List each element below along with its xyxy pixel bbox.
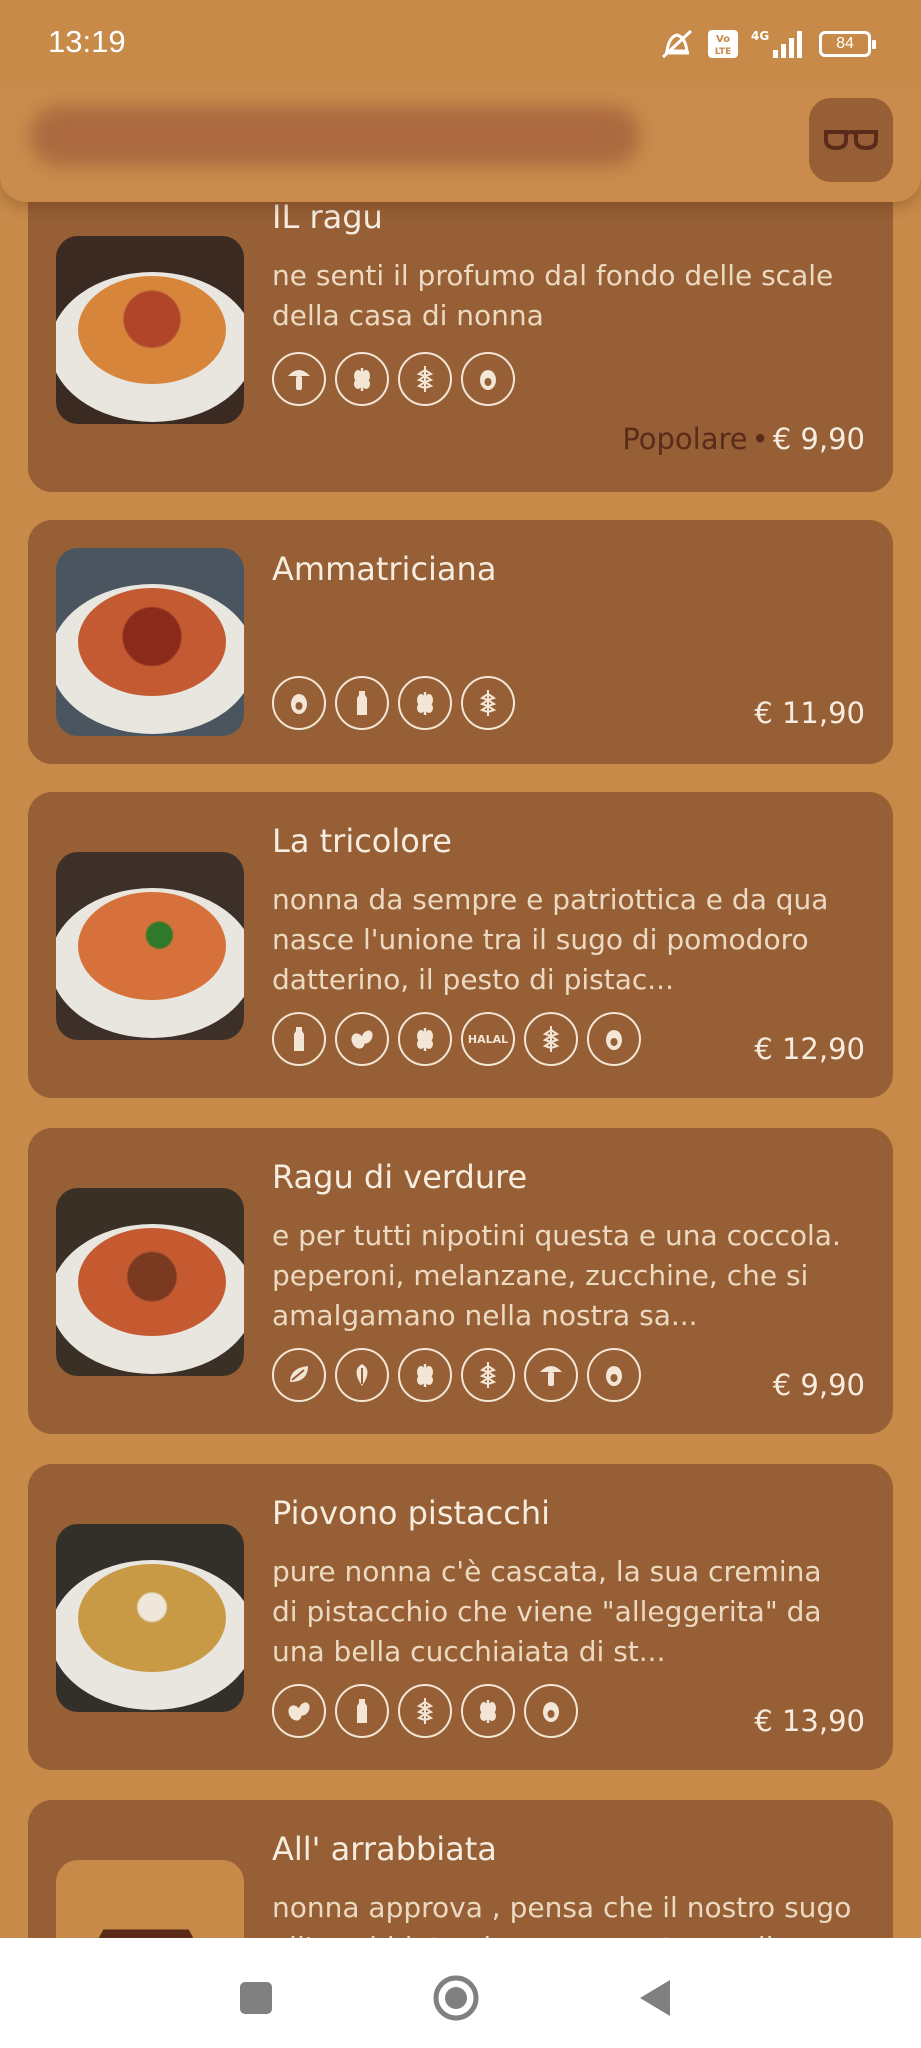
item-price: € 9,90: [772, 1368, 865, 1402]
separator-dot: •: [751, 422, 769, 456]
leaf-icon: [398, 676, 452, 730]
svg-text:LTE: LTE: [715, 47, 732, 57]
dish-photo: [56, 852, 244, 1040]
item-price: € 9,90: [772, 422, 865, 456]
item-price: € 11,90: [754, 696, 865, 730]
signal-4g-icon: 4G: [751, 29, 802, 58]
square-icon: [240, 1982, 272, 2014]
allergen-badges: [272, 676, 515, 730]
home-button[interactable]: [426, 1968, 486, 2028]
blurred-restaurant-name: [30, 106, 640, 166]
restaurant-header: [0, 80, 921, 202]
leaf-icon: [398, 1012, 452, 1066]
back-button[interactable]: [624, 1968, 684, 2028]
nuts-icon: [272, 1684, 326, 1738]
leaf-icon: [461, 1684, 515, 1738]
item-title: Ragu di verdure: [272, 1158, 528, 1196]
wheat-icon: [524, 1012, 578, 1066]
halal-label: HALAL: [467, 1032, 509, 1046]
allergen-badges: [272, 1684, 578, 1738]
nuts-icon: [335, 1012, 389, 1066]
menu-item-card[interactable]: Piovono pistacchi pure nonna c'è cascata…: [28, 1464, 893, 1770]
volte-icon: Vo LTE: [708, 30, 738, 58]
menu-item-card[interactable]: La tricolore nonna da sempre e patriotti…: [28, 792, 893, 1098]
vegetarian-icon: [335, 1348, 389, 1402]
status-icons: Vo LTE 4G 84: [657, 24, 876, 64]
status-time: 13:19: [48, 24, 126, 59]
item-price: € 13,90: [754, 1704, 865, 1738]
dish-photo: [56, 236, 244, 424]
item-title: La tricolore: [272, 822, 452, 860]
item-title: Piovono pistacchi: [272, 1494, 550, 1532]
allergen-badges: [272, 352, 515, 406]
egg-icon: [524, 1684, 578, 1738]
item-description: pure nonna c'è cascata, la sua cremina d…: [272, 1555, 822, 1668]
popular-tag: Popolare: [622, 422, 748, 456]
menu-item-card[interactable]: Ragu di verdure e per tutti nipotini que…: [28, 1128, 893, 1434]
mushroom-icon: [272, 352, 326, 406]
item-description: e per tutti nipotini questa e una coccol…: [272, 1219, 841, 1332]
leaf-icon: [335, 352, 389, 406]
dish-photo: [56, 1524, 244, 1712]
leaf-icon: [398, 1348, 452, 1402]
wheat-icon: [461, 676, 515, 730]
mushroom-icon: [524, 1348, 578, 1402]
recent-apps-button[interactable]: [226, 1968, 286, 2028]
glasses-icon: [824, 130, 878, 151]
dish-photo: [56, 1188, 244, 1376]
dish-photo: [56, 548, 244, 736]
item-title: All' arrabbiata: [272, 1830, 497, 1868]
mute-icon: [661, 29, 693, 59]
wheat-icon: [461, 1348, 515, 1402]
svg-text:4G: 4G: [751, 29, 769, 43]
vegan-icon: [272, 1348, 326, 1402]
milk-icon: [272, 1012, 326, 1066]
item-price: € 12,90: [754, 1032, 865, 1066]
milk-icon: [335, 1684, 389, 1738]
milk-icon: [335, 676, 389, 730]
status-bar: 13:19 Vo LTE 4G 84: [0, 0, 921, 86]
allergen-badges: HALAL: [272, 1012, 641, 1066]
egg-icon: [587, 1012, 641, 1066]
wheat-icon: [398, 1684, 452, 1738]
allergen-badges: [272, 1348, 641, 1402]
system-nav-bar: [0, 1938, 921, 2048]
wheat-icon: [398, 352, 452, 406]
menu-item-card[interactable]: Ammatriciana € 11,90: [28, 520, 893, 764]
egg-icon: [272, 676, 326, 730]
triangle-back-icon: [640, 1980, 670, 2016]
egg-icon: [461, 352, 515, 406]
item-description: ne senti il profumo dal fondo delle scal…: [272, 259, 834, 332]
reader-mode-button[interactable]: [809, 98, 893, 182]
price-line: Popolare • € 9,90: [622, 422, 865, 456]
item-description: nonna da sempre e patriottica e da qua n…: [272, 883, 829, 996]
battery-icon: 84: [819, 31, 876, 57]
item-title: Ammatriciana: [272, 550, 497, 588]
egg-icon: [587, 1348, 641, 1402]
svg-text:Vo: Vo: [716, 34, 730, 45]
halal-icon: HALAL: [461, 1012, 515, 1066]
item-title: IL ragu: [272, 198, 383, 236]
circle-icon: [433, 1975, 479, 2021]
